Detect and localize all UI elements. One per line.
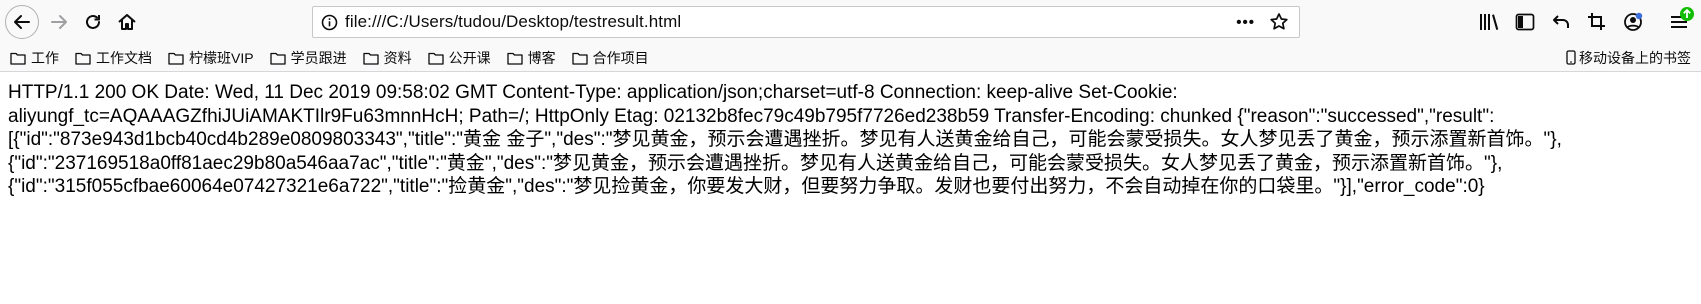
reload-icon [86, 14, 100, 29]
url-text[interactable]: file:///C:/Users/tudou/Desktop/testresul… [345, 12, 681, 32]
folder-icon [168, 52, 184, 65]
library-icon [1480, 14, 1499, 30]
bookmark-folder-open-class[interactable]: 公开课 [422, 47, 497, 69]
page-actions-icon[interactable]: ••• [1236, 14, 1255, 31]
browser-toolbar: file:///C:/Users/tudou/Desktop/testresul… [0, 0, 1701, 44]
bookmark-label: 柠檬班VIP [189, 49, 254, 66]
back-icon [14, 15, 30, 29]
bookmark-folder-blog[interactable]: 博客 [501, 47, 562, 69]
bookmark-label: 工作文档 [96, 49, 152, 66]
undo-button[interactable] [1543, 4, 1579, 40]
sidebar-icon [1515, 13, 1535, 31]
account-button[interactable] [1615, 4, 1651, 40]
folder-icon [362, 52, 379, 65]
crop-icon [1588, 13, 1605, 30]
forward-button[interactable] [42, 5, 76, 39]
bookmark-label: 博客 [527, 49, 556, 66]
bookmark-label: 公开课 [448, 49, 491, 66]
site-info-button[interactable] [313, 14, 345, 31]
library-button[interactable] [1471, 4, 1507, 40]
response-text-line: HTTP/1.1 200 OK Date: Wed, 11 Dec 2019 0… [8, 82, 1178, 103]
url-bar-actions: ••• [1236, 7, 1289, 37]
home-button[interactable] [110, 5, 144, 39]
forward-icon [51, 15, 67, 29]
account-icon [1624, 12, 1643, 31]
bookmark-folder-lemon-vip[interactable]: 柠檬班VIP [162, 47, 260, 69]
response-text-line: {"id":"237169518a0ff81aec29b80a546aa7ac"… [8, 152, 1503, 174]
menu-button[interactable] [1661, 4, 1697, 40]
folder-icon [506, 52, 523, 65]
sidebar-button[interactable] [1507, 4, 1543, 40]
toolbar-right [1471, 0, 1701, 44]
page-content: HTTP/1.1 200 OK Date: Wed, 11 Dec 2019 0… [0, 72, 1701, 199]
mobile-device-icon [1566, 50, 1576, 65]
bookmark-folder-work[interactable]: 工作 [4, 47, 65, 69]
folder-icon [427, 52, 444, 65]
info-icon [321, 14, 337, 30]
folder-icon [269, 52, 286, 65]
bookmark-label: 资料 [383, 49, 412, 66]
folder-icon [75, 52, 91, 65]
bookmark-folder-materials[interactable]: 资料 [357, 47, 418, 69]
screenshot-button[interactable] [1579, 4, 1615, 40]
response-text-line: {"id":"315f055cfbae60064e07427321e6a722"… [8, 176, 1485, 197]
folder-icon [10, 52, 26, 65]
bookmark-label: 合作项目 [592, 49, 649, 66]
reload-button[interactable] [76, 5, 110, 39]
undo-icon [1553, 15, 1569, 28]
response-text-line: [{"id":"873e943d1bcb40cd4b289e0809803343… [8, 129, 1562, 150]
response-text-line: aliyungf_tc=AQAAAGZfhiJUiAMAKTIlr9Fu63mn… [8, 105, 1495, 127]
home-icon [118, 14, 136, 30]
bookmark-folder-partnership[interactable]: 合作项目 [566, 47, 655, 69]
bookmark-folder-student-followup[interactable]: 学员跟进 [264, 47, 353, 69]
mobile-bookmarks-label: 移动设备上的书签 [1579, 49, 1691, 66]
url-bar[interactable]: file:///C:/Users/tudou/Desktop/testresul… [312, 6, 1300, 38]
bookmark-label: 学员跟进 [290, 49, 347, 66]
folder-icon [571, 52, 588, 65]
back-button[interactable] [5, 5, 39, 39]
bookmarks-toolbar: 工作 工作文档 柠檬班VIP 学员跟进 资料 公开课 博客 合作项目 移动设备上… [0, 44, 1701, 72]
bookmark-folder-work-docs[interactable]: 工作文档 [69, 47, 158, 69]
bookmark-label: 工作 [31, 49, 59, 66]
star-icon[interactable] [1269, 12, 1289, 32]
update-available-icon [1680, 7, 1694, 21]
mobile-bookmarks-folder[interactable]: 移动设备上的书签 [1566, 44, 1691, 71]
